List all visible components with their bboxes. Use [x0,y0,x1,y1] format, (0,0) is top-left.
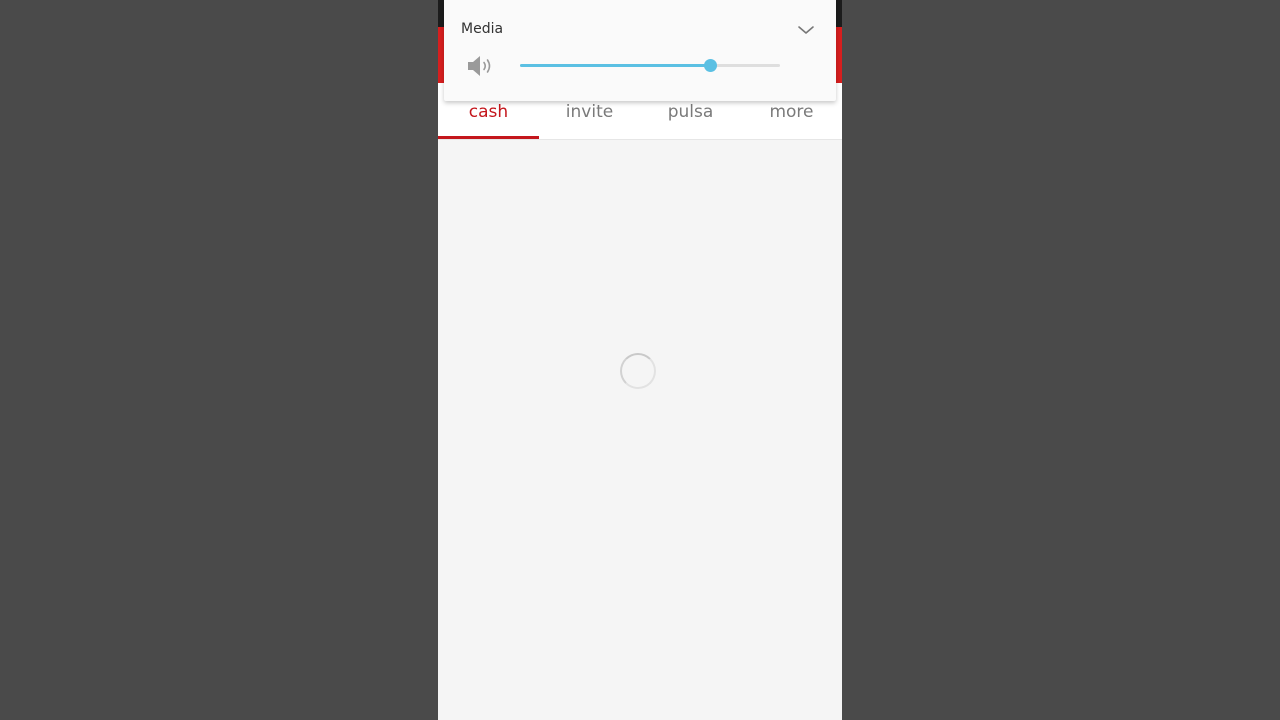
speaker-icon[interactable] [466,53,494,79]
active-tab-indicator [438,136,539,139]
volume-panel: Media [444,0,836,101]
volume-slider-thumb[interactable] [704,59,717,72]
tab-label: cash [468,102,509,122]
tab-label: pulsa [667,102,714,122]
volume-stream-title: Media [461,21,504,37]
app-screen: cash invite pulsa more [438,0,842,720]
volume-slider-fill [520,64,710,67]
chevron-down-icon[interactable] [796,20,816,40]
loading-spinner-icon [620,353,656,389]
volume-slider[interactable] [520,56,780,76]
tab-label: more [769,102,814,122]
tab-label: invite [565,102,614,122]
